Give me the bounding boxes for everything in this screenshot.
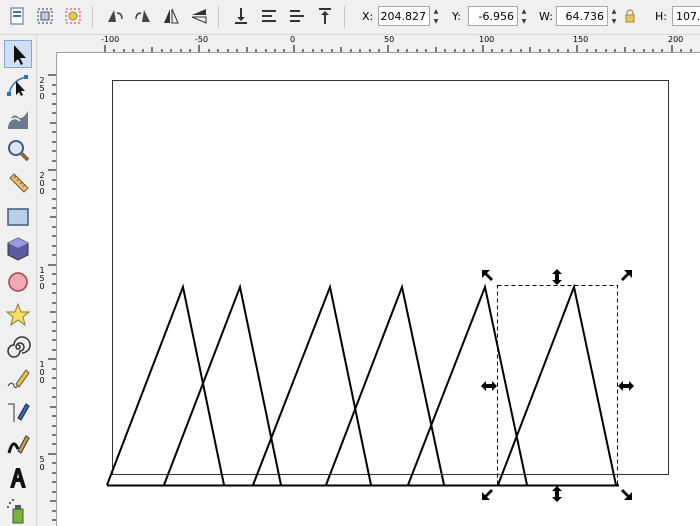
tweak-tool-icon[interactable] [4, 105, 32, 133]
ruler-label: 200 [39, 171, 45, 196]
x-field[interactable]: 204.827 [378, 6, 430, 26]
selection-box [497, 285, 618, 486]
triangle-shape [325, 283, 445, 486]
scale-handle-ne [621, 270, 632, 281]
triangle-shape [163, 283, 282, 486]
tool-palette [0, 35, 37, 526]
w-field[interactable]: 64.736 [556, 6, 608, 26]
x-stepper[interactable]: ▲ ▼ [431, 6, 441, 26]
zoom-tool-icon[interactable] [4, 137, 32, 165]
pencil-tool-icon[interactable] [4, 366, 32, 394]
scale-handle-n [552, 269, 562, 285]
ruler-label: 150 [573, 35, 589, 44]
ruler-corner [37, 35, 57, 52]
ruler-label: 200 [668, 35, 684, 44]
rectangle-tool-icon[interactable] [4, 203, 32, 231]
horizontal-ruler[interactable]: -100 -50 0 50 100 150 200 [57, 35, 700, 53]
measure-tool-icon[interactable] [4, 170, 32, 198]
y-field[interactable]: -6.956 [468, 6, 518, 26]
calligraphy-tool-icon[interactable] [4, 431, 32, 459]
text-tool-icon[interactable] [4, 464, 32, 492]
ruler-label: 100 [479, 35, 495, 44]
spray-tool-icon[interactable] [4, 497, 32, 525]
ruler-label: -100 [101, 35, 120, 44]
3d-box-tool-icon[interactable] [4, 235, 32, 263]
y-label: Y: [452, 10, 461, 23]
spiral-tool-icon[interactable] [4, 333, 32, 361]
w-stepper[interactable]: ▲ ▼ [609, 6, 619, 26]
star-tool-icon[interactable] [4, 301, 32, 329]
scale-handle-nw [482, 270, 493, 281]
scale-handle-sw [482, 489, 493, 500]
selector-tool-icon[interactable] [4, 40, 32, 68]
ellipse-tool-icon[interactable] [4, 268, 32, 296]
scale-handle-s [552, 486, 562, 502]
raise-to-top-icon[interactable] [314, 5, 336, 27]
lower-icon[interactable] [258, 5, 280, 27]
flip-horizontal-icon[interactable] [160, 5, 182, 27]
ruler-label: 0 [290, 35, 296, 44]
triangle-shape [497, 283, 617, 486]
select-all-icon[interactable] [34, 5, 56, 27]
pen-tool-icon[interactable] [4, 398, 32, 426]
scale-handle-e [618, 381, 634, 391]
flip-vertical-icon[interactable] [188, 5, 210, 27]
w-label: W: [539, 10, 553, 23]
x-label: X: [362, 10, 374, 23]
select-same-icon[interactable] [62, 5, 84, 27]
triangle-shape [106, 283, 225, 486]
page-border [112, 80, 669, 475]
vertical-ruler[interactable]: 250 200 150 100 50 [37, 52, 57, 526]
h-field[interactable]: 107. [672, 6, 700, 26]
ruler-label: -50 [195, 35, 209, 44]
page-icon[interactable] [6, 5, 28, 27]
ruler-label: 100 [39, 360, 45, 385]
h-label: H: [655, 10, 667, 23]
triangle-shape [252, 283, 372, 486]
rotate-ccw-icon[interactable] [104, 5, 126, 27]
ruler-label: 50 [39, 455, 45, 472]
drawing-canvas[interactable] [57, 53, 700, 526]
ruler-label: 150 [39, 266, 45, 291]
ruler-label: 50 [384, 35, 395, 44]
ruler-label: 250 [39, 76, 45, 101]
raise-icon[interactable] [286, 5, 308, 27]
lock-icon[interactable] [623, 8, 637, 24]
y-stepper[interactable]: ▲ ▼ [519, 6, 529, 26]
node-tool-icon[interactable] [4, 72, 32, 100]
canvas-area: -100 -50 0 50 100 150 200 250 200 150 10… [37, 35, 700, 526]
scale-handle-w [481, 381, 497, 391]
controls-toolbar: X: 204.827 ▲ ▼ Y: -6.956 ▲ ▼ W: 64.736 ▲ ▼ … [0, 0, 700, 35]
rotate-cw-icon[interactable] [132, 5, 154, 27]
lower-to-bottom-icon[interactable] [230, 5, 252, 27]
scale-handle-se [621, 489, 632, 500]
